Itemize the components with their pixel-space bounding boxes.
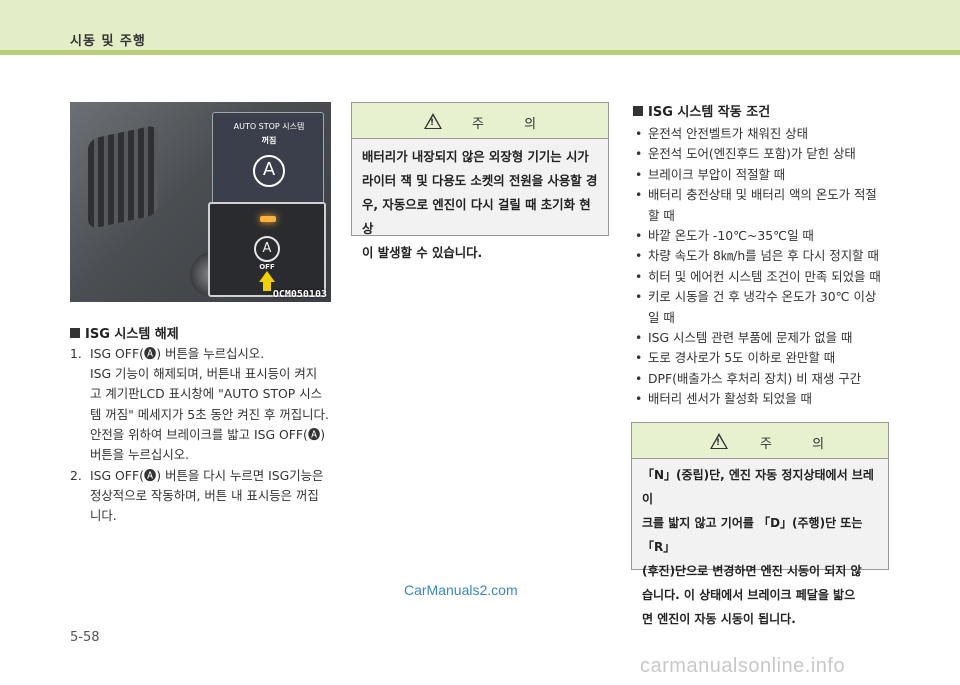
caution-header: ! 주 의 xyxy=(352,103,608,139)
list-item: 차량 속도가 8㎞/h를 넘은 후 다시 정지할 때 xyxy=(633,246,888,267)
list-item: 키로 시동을 건 후 냉각수 온도가 30℃ 이상 일 때 xyxy=(633,287,888,328)
square-bullet-icon xyxy=(70,328,80,338)
list-item: DPF(배출가스 후처리 장치) 비 재생 구간 xyxy=(633,369,888,390)
indicator-led-icon xyxy=(260,216,276,222)
step-line: 정상적으로 작동하며, 버튼 내 표시등은 꺼집 xyxy=(90,488,319,504)
step-line: 안전을 위하여 브레이크를 밟고 ISG OFF(🅐) xyxy=(90,426,326,442)
caution-label: 주 의 xyxy=(760,437,843,452)
list-item: 바깥 온도가 -10℃~35℃일 때 xyxy=(633,226,888,247)
list-item: 히터 및 에어컨 시스템 조건이 만족 되었을 때 xyxy=(633,267,888,288)
caution-box-gear: ! 주 의 「N」(중립)단, 엔진 자동 정지상태에서 브레이 크를 밟지 않… xyxy=(631,422,889,626)
step-line: 템 꺼짐" 메세지가 5초 동안 켜진 후 꺼집니다. xyxy=(90,406,329,422)
isg-conditions-heading: ISG 시스템 작동 조건 xyxy=(633,101,770,120)
caution-text: 배터리가 내장되지 않은 외장형 기기는 시가 라이터 잭 및 다용도 소켓의 … xyxy=(362,149,598,260)
isg-off-button-closeup: A OFF xyxy=(208,202,326,297)
isg-off-button-icon: A xyxy=(254,236,280,262)
air-vent-graphic xyxy=(88,124,158,230)
step-line: 고 계기판LCD 표시창에 "AUTO STOP 시스 xyxy=(90,386,323,402)
step-line: ISG OFF(🅐) 버튼을 다시 누르면 ISG기능은 xyxy=(90,468,324,483)
caution-box-battery: ! 주 의 배터리가 내장되지 않은 외장형 기기는 시가 라이터 잭 및 다용… xyxy=(351,102,609,260)
step-line: ISG 기능이 해제되며, 버튼내 표시등이 켜지 xyxy=(90,366,318,382)
section-title: 시동 및 주행 xyxy=(70,34,146,49)
panel-message-sub: 꺼짐 xyxy=(261,136,277,145)
isg-conditions-list: 운전석 안전벨트가 채워진 상태 운전석 도어(엔진후드 포함)가 닫힌 상태 … xyxy=(633,124,888,410)
auto-stop-icon: A xyxy=(253,155,285,187)
caution-text: 「N」(중립)단, 엔진 자동 정지상태에서 브레이 크를 밟지 않고 기어를 … xyxy=(642,468,874,626)
list-item: 배터리 충전상태 및 배터리 액의 온도가 적절 할 때 xyxy=(633,185,888,226)
step-line: 버튼을 누르십시오. xyxy=(90,447,190,463)
header-divider xyxy=(0,50,960,55)
step-line: ISG OFF(🅐) 버튼을 누르십시오. xyxy=(90,346,265,361)
site-watermark: carmanualsonline.info xyxy=(640,655,846,677)
list-item: ISG 시스템 관련 부품에 문제가 없을 때 xyxy=(633,328,888,349)
list-item: 배터리 센서가 활성화 되었을 때 xyxy=(633,389,888,410)
isg-button-figure: AUTO STOP 시스템 꺼짐 A A OFF OCM050103 xyxy=(70,102,331,302)
caution-label: 주 의 xyxy=(472,117,555,132)
page-number: 5-58 xyxy=(70,630,100,645)
step-number: 1. xyxy=(70,346,82,361)
isg-release-heading: ISG 시스템 해제 xyxy=(70,323,179,342)
caution-header: ! 주 의 xyxy=(632,423,888,459)
square-bullet-icon xyxy=(633,106,643,116)
cluster-message-panel: AUTO STOP 시스템 꺼짐 A xyxy=(212,112,324,204)
isg-off-label: OFF xyxy=(259,263,275,271)
list-item: 도로 경사로가 5도 이하로 완만할 때 xyxy=(633,348,888,369)
list-item: 운전석 도어(엔진후드 포함)가 닫힌 상태 xyxy=(633,144,888,165)
step-line: 니다. xyxy=(90,508,117,524)
watermark-link[interactable]: CarManuals2.com xyxy=(404,582,518,598)
figure-code: OCM050103 xyxy=(272,289,327,300)
list-item: 브레이크 부압이 적절할 때 xyxy=(633,165,888,186)
panel-message-title: AUTO STOP 시스템 xyxy=(233,122,305,131)
press-arrow-stem xyxy=(263,282,271,291)
press-arrow-icon xyxy=(259,271,275,282)
list-item: 운전석 안전벨트가 채워진 상태 xyxy=(633,124,888,145)
step-number: 2. xyxy=(70,468,82,483)
